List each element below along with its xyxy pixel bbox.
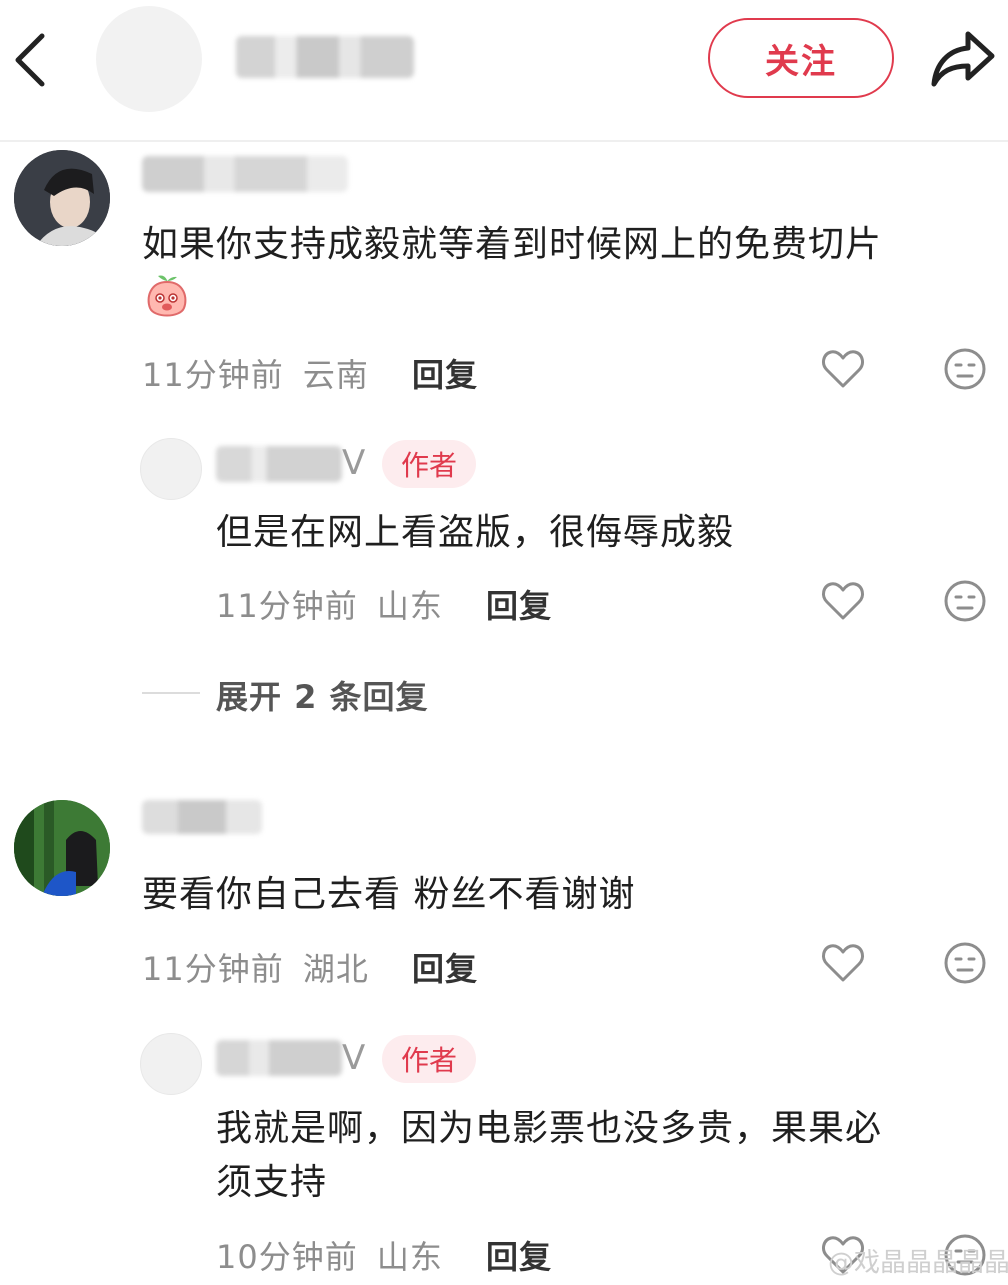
commenter-name-blurred (142, 156, 348, 192)
comment-location: 云南 (302, 356, 369, 394)
comment-content: 要看你自己去看 粉丝不看谢谢 (142, 874, 636, 915)
commenter-name-blurred (142, 800, 262, 834)
comment-meta: 11分钟前 湖北 (142, 944, 369, 990)
author-badge: 作者 (382, 440, 476, 488)
header-avatar[interactable] (96, 6, 202, 112)
reply-meta: 10分钟前 山东 (216, 1232, 443, 1278)
reply-location: 山东 (376, 1238, 443, 1276)
heart-icon[interactable] (820, 578, 866, 624)
reply-button[interactable]: 回复 (412, 944, 478, 990)
watermark: @戏晶晶晶晶晶 (828, 1248, 1008, 1278)
reply-time: 10分钟前 (216, 1238, 358, 1276)
author-badge: 作者 (382, 1035, 476, 1083)
reply-content-line-2: 须支持 (216, 1162, 328, 1203)
reply-avatar[interactable] (140, 438, 202, 500)
heart-icon[interactable] (820, 940, 866, 986)
share-arrow-icon[interactable] (928, 28, 998, 90)
reply-button[interactable]: 回复 (486, 1232, 552, 1278)
comment-time: 11分钟前 (142, 950, 284, 988)
comment-time: 11分钟前 (142, 356, 284, 394)
header-username-blurred (236, 36, 414, 78)
comment-content: 如果你支持成毅就等着到时候网上的免费切片 (142, 224, 883, 265)
header-divider (0, 140, 1008, 142)
commenter-avatar[interactable] (14, 800, 110, 896)
reply-button[interactable]: 回复 (486, 581, 552, 627)
comment-meta: 11分钟前 云南 (142, 350, 369, 396)
comment-location: 湖北 (302, 950, 369, 988)
expand-divider (142, 692, 200, 694)
reply-time: 11分钟前 (216, 587, 358, 625)
expression-icon[interactable] (942, 578, 988, 624)
reply-location: 山东 (376, 587, 443, 625)
back-chevron-icon[interactable] (10, 30, 50, 90)
commenter-avatar[interactable] (14, 150, 110, 246)
avatar-photo-icon (14, 800, 110, 896)
expression-icon[interactable] (942, 940, 988, 986)
peach-emoji-icon (147, 275, 187, 317)
verified-mark: V (342, 443, 366, 483)
reply-name-blurred (216, 446, 342, 482)
reply-content-line-1: 我就是啊，因为电影票也没多贵，果果必 (216, 1108, 883, 1149)
expand-replies-button[interactable]: 展开 2 条回复 (216, 672, 429, 718)
expression-icon[interactable] (942, 346, 988, 392)
reply-name-blurred (216, 1040, 342, 1076)
reply-content: 但是在网上看盗版，很侮辱成毅 (216, 512, 735, 553)
reply-meta: 11分钟前 山东 (216, 581, 443, 627)
follow-button[interactable]: 关注 (708, 18, 894, 98)
reply-button[interactable]: 回复 (412, 350, 478, 396)
reply-avatar[interactable] (140, 1033, 202, 1095)
heart-icon[interactable] (820, 346, 866, 392)
verified-mark: V (342, 1038, 366, 1078)
avatar-photo-icon (14, 150, 110, 246)
